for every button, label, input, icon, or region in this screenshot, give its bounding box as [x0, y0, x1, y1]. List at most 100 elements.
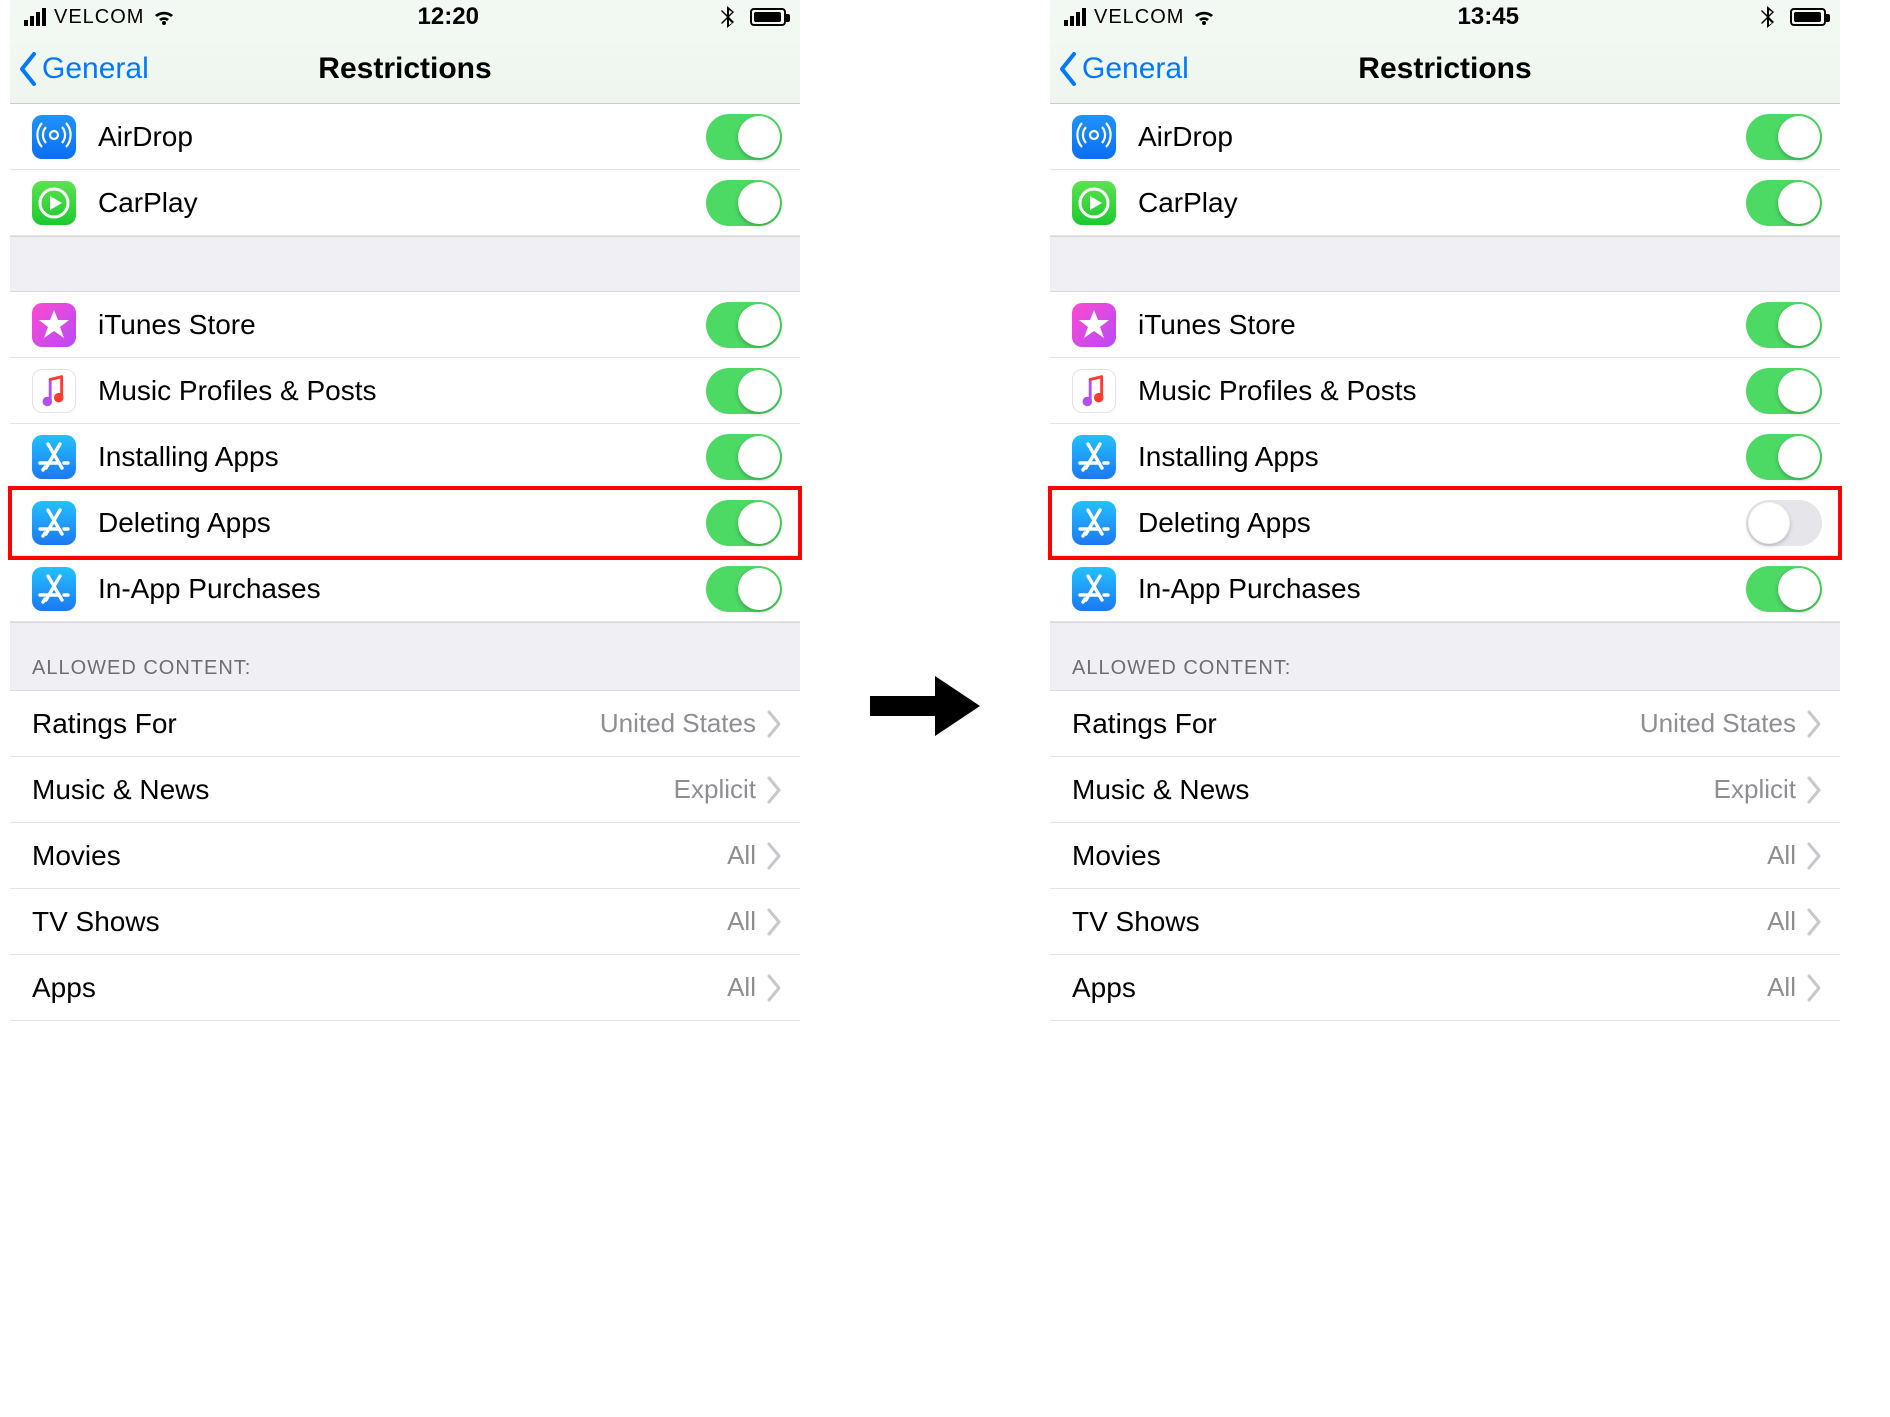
- status-bar: VELCOM 12:20: [10, 0, 800, 34]
- phone-screen-left: VELCOM 12:20 General Restrictions AirDro…: [10, 0, 800, 1417]
- carrier-label: VELCOM: [54, 6, 144, 29]
- group2-item-row: Music Profiles & Posts: [1050, 358, 1840, 424]
- battery-icon: [750, 8, 786, 26]
- back-label: General: [1082, 52, 1189, 86]
- allowed-row[interactable]: TV Shows All: [1050, 889, 1840, 955]
- back-button[interactable]: General: [1050, 52, 1189, 86]
- carplay-icon: [32, 181, 76, 225]
- toggle-switch[interactable]: [1746, 434, 1822, 480]
- wifi-icon: [1192, 5, 1216, 29]
- row-label: CarPlay: [1138, 187, 1746, 219]
- transition-arrow-col: [800, 0, 1050, 1417]
- chevron-right-icon: [1806, 974, 1822, 1002]
- row-label: In-App Purchases: [98, 573, 706, 605]
- toggle-switch[interactable]: [1746, 500, 1822, 546]
- toggle-switch[interactable]: [1746, 566, 1822, 612]
- status-right: [1760, 5, 1826, 29]
- allowed-value: All: [727, 906, 756, 937]
- row-label: Deleting Apps: [1138, 507, 1746, 539]
- allowed-row[interactable]: Ratings For United States: [1050, 691, 1840, 757]
- group1-item-row: CarPlay: [1050, 170, 1840, 236]
- toggle-switch[interactable]: [706, 434, 782, 480]
- clock-label: 12:20: [418, 3, 479, 31]
- appstore-icon: [32, 501, 76, 545]
- row-label: Deleting Apps: [98, 507, 706, 539]
- music-icon: [1072, 369, 1116, 413]
- allowed-value: All: [727, 840, 756, 871]
- chevron-right-icon: [1806, 710, 1822, 738]
- group2-item-row: iTunes Store: [1050, 292, 1840, 358]
- row-label: iTunes Store: [1138, 309, 1746, 341]
- group2-item-row: In-App Purchases: [10, 556, 800, 622]
- status-left: VELCOM: [1064, 5, 1216, 29]
- chevron-right-icon: [766, 842, 782, 870]
- group2-item-row: In-App Purchases: [1050, 556, 1840, 622]
- carrier-label: VELCOM: [1094, 6, 1184, 29]
- toggle-switch[interactable]: [706, 114, 782, 160]
- chevron-right-icon: [1806, 908, 1822, 936]
- group2-item-row: Music Profiles & Posts: [10, 358, 800, 424]
- row-label: iTunes Store: [98, 309, 706, 341]
- chevron-right-icon: [766, 776, 782, 804]
- toggle-switch[interactable]: [1746, 368, 1822, 414]
- allowed-row[interactable]: Movies All: [10, 823, 800, 889]
- allowed-value: All: [1767, 972, 1796, 1003]
- allowed-label: Movies: [1072, 840, 1767, 872]
- appstore-icon: [1072, 567, 1116, 611]
- toggle-switch[interactable]: [706, 302, 782, 348]
- comparison-layout: VELCOM 12:20 General Restrictions AirDro…: [0, 0, 1890, 1417]
- itunes-icon: [1072, 303, 1116, 347]
- row-label: Music Profiles & Posts: [1138, 375, 1746, 407]
- allowed-row[interactable]: Apps All: [10, 955, 800, 1021]
- group1-item-row: CarPlay: [10, 170, 800, 236]
- allowed-value: United States: [600, 708, 756, 739]
- toggle-switch[interactable]: [1746, 302, 1822, 348]
- section-gap: [1050, 236, 1840, 292]
- nav-bar: General Restrictions: [1050, 34, 1840, 104]
- toggle-switch[interactable]: [706, 368, 782, 414]
- allowed-row[interactable]: TV Shows All: [10, 889, 800, 955]
- signal-icon: [1064, 8, 1086, 26]
- toggle-switch[interactable]: [706, 500, 782, 546]
- row-label: In-App Purchases: [1138, 573, 1746, 605]
- toggle-switch[interactable]: [706, 566, 782, 612]
- carplay-icon: [1072, 181, 1116, 225]
- allowed-label: Movies: [32, 840, 727, 872]
- allowed-value: United States: [1640, 708, 1796, 739]
- row-label: Music Profiles & Posts: [98, 375, 706, 407]
- row-label: CarPlay: [98, 187, 706, 219]
- group1-item-row: AirDrop: [1050, 104, 1840, 170]
- allowed-value: All: [727, 972, 756, 1003]
- row-label: AirDrop: [98, 121, 706, 153]
- back-button[interactable]: General: [10, 52, 149, 86]
- allowed-row[interactable]: Movies All: [1050, 823, 1840, 889]
- group2-item-row: Installing Apps: [1050, 424, 1840, 490]
- allowed-row[interactable]: Music & News Explicit: [1050, 757, 1840, 823]
- chevron-right-icon: [766, 710, 782, 738]
- signal-icon: [24, 8, 46, 26]
- itunes-icon: [32, 303, 76, 347]
- allowed-label: TV Shows: [1072, 906, 1767, 938]
- wifi-icon: [152, 5, 176, 29]
- allowed-value: All: [1767, 840, 1796, 871]
- chevron-right-icon: [766, 908, 782, 936]
- group2-item-row: iTunes Store: [10, 292, 800, 358]
- allowed-label: Apps: [1072, 972, 1767, 1004]
- toggle-switch[interactable]: [1746, 114, 1822, 160]
- airdrop-icon: [1072, 115, 1116, 159]
- back-label: General: [42, 52, 149, 86]
- nav-bar: General Restrictions: [10, 34, 800, 104]
- appstore-icon: [32, 435, 76, 479]
- group2-item-row: Installing Apps: [10, 424, 800, 490]
- toggle-switch[interactable]: [1746, 180, 1822, 226]
- appstore-icon: [1072, 435, 1116, 479]
- appstore-icon: [1072, 501, 1116, 545]
- clock-label: 13:45: [1458, 3, 1519, 31]
- row-label: Installing Apps: [98, 441, 706, 473]
- allowed-row[interactable]: Ratings For United States: [10, 691, 800, 757]
- bluetooth-icon: [720, 5, 736, 29]
- airdrop-icon: [32, 115, 76, 159]
- allowed-row[interactable]: Apps All: [1050, 955, 1840, 1021]
- toggle-switch[interactable]: [706, 180, 782, 226]
- allowed-row[interactable]: Music & News Explicit: [10, 757, 800, 823]
